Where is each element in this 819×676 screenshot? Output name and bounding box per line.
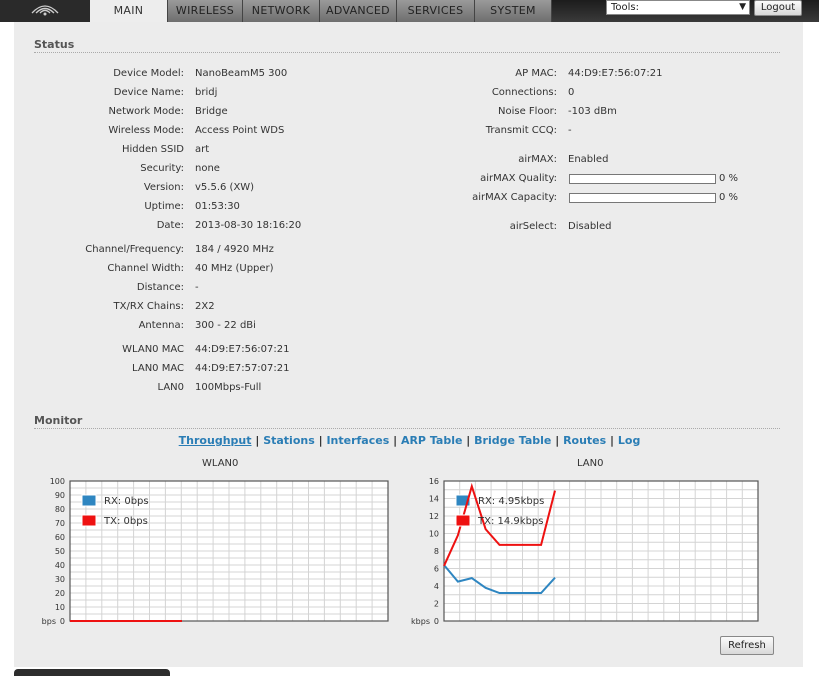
- tab-system[interactable]: SYSTEM: [475, 0, 552, 22]
- status-label: airMAX Capacity:: [472, 192, 557, 203]
- status-value: Bridge: [195, 106, 228, 117]
- status-value: bridj: [195, 87, 218, 98]
- status-value: 100Mbps-Full: [195, 382, 262, 393]
- status-label: Antenna:: [138, 320, 184, 331]
- monitor-link-stations[interactable]: Stations: [263, 434, 315, 447]
- status-label: Security:: [140, 163, 184, 174]
- status-divider: [34, 52, 780, 53]
- monitor-link-routes[interactable]: Routes: [563, 434, 606, 447]
- top-navigation-bar: MAIN WIRELESS NETWORK ADVANCED SERVICES SYSTE…: [0, 0, 819, 23]
- tab-main[interactable]: MAIN: [90, 0, 168, 23]
- progress-bar: [569, 193, 716, 203]
- ubiquiti-logo[interactable]: [0, 0, 91, 22]
- status-value: Enabled: [568, 154, 609, 165]
- status-label: Device Model:: [113, 68, 184, 79]
- tab-services[interactable]: SERVICES: [397, 0, 475, 22]
- status-value: 44:D9:E7:56:07:21: [195, 344, 290, 355]
- link-separator: |: [606, 434, 618, 447]
- tab-advanced[interactable]: ADVANCED: [320, 0, 397, 22]
- status-value: Access Point WDS: [195, 125, 285, 136]
- status-label: Uptime:: [144, 201, 184, 212]
- wlan0-chart-title: WLAN0: [202, 458, 239, 469]
- status-value: 01:53:30: [195, 201, 240, 212]
- status-value: 2013-08-30 18:16:20: [195, 220, 302, 231]
- tab-network[interactable]: NETWORK: [243, 0, 320, 22]
- status-label: LAN0: [157, 382, 184, 393]
- link-separator: |: [462, 434, 475, 447]
- status-value: 44:D9:E7:57:07:21: [195, 363, 290, 374]
- status-label: Channel Width:: [107, 263, 184, 274]
- status-value: -: [568, 125, 572, 136]
- refresh-button[interactable]: Refresh: [720, 636, 774, 655]
- link-separator: |: [314, 434, 327, 447]
- status-label: Version:: [143, 182, 184, 193]
- status-label: Wireless Mode:: [108, 125, 184, 136]
- monitor-title: Monitor: [34, 414, 83, 427]
- status-value: 44:D9:E7:56:07:21: [568, 68, 663, 79]
- status-label: Connections:: [491, 87, 557, 98]
- status-label: TX/RX Chains:: [113, 301, 184, 312]
- status-value: 0: [568, 87, 575, 98]
- status-label: Channel/Frequency:: [85, 244, 184, 255]
- status-value: Disabled: [568, 221, 612, 232]
- tools-dropdown-label: Tools:: [611, 2, 640, 13]
- status-value: NanoBeamM5 300: [195, 68, 288, 79]
- monitor-link-throughput[interactable]: Throughput: [179, 434, 252, 447]
- monitor-link-interfaces[interactable]: Interfaces: [326, 434, 389, 447]
- status-label: WLAN0 MAC: [122, 344, 184, 355]
- status-label: Distance:: [136, 282, 184, 293]
- link-separator: |: [251, 434, 264, 447]
- monitor-link-arp-table[interactable]: ARP Table: [401, 434, 463, 447]
- lan0-chart-title: LAN0: [577, 458, 604, 469]
- status-value: v5.5.6 (XW): [195, 182, 255, 193]
- status-label: LAN0 MAC: [132, 363, 184, 374]
- monitor-divider: [34, 428, 780, 429]
- status-value: 2X2: [195, 301, 215, 312]
- footer-logo: [14, 669, 170, 676]
- status-value: 0 %: [719, 192, 739, 203]
- status-label: Transmit CCQ:: [485, 125, 557, 136]
- chevron-down-icon: ▼: [739, 2, 746, 12]
- status-label: Date:: [156, 220, 184, 231]
- status-label: Network Mode:: [108, 106, 184, 117]
- status-label: airMAX:: [518, 154, 557, 165]
- status-value: 184 / 4920 MHz: [195, 244, 274, 255]
- status-value: 40 MHz (Upper): [195, 263, 274, 274]
- link-separator: |: [551, 434, 564, 447]
- status-label: airSelect:: [509, 221, 557, 232]
- tools-dropdown[interactable]: Tools: ▼: [606, 0, 750, 15]
- status-value: -103 dBm: [568, 106, 617, 117]
- status-value: art: [195, 144, 210, 155]
- monitor-links: Throughput | Stations | Interfaces | ARP…: [0, 434, 819, 447]
- status-label: Hidden SSID: [121, 144, 184, 155]
- progress-bar: [569, 174, 716, 184]
- status-label: Device Name:: [113, 87, 184, 98]
- status-value: 0 %: [719, 173, 739, 184]
- logout-button[interactable]: Logout: [754, 0, 802, 16]
- status-label: airMAX Quality:: [480, 173, 557, 184]
- status-label: Noise Floor:: [498, 106, 557, 117]
- status-value: -: [195, 282, 199, 293]
- status-title: Status: [34, 38, 75, 51]
- status-value: none: [195, 163, 220, 174]
- status-value: 300 - 22 dBi: [195, 320, 256, 331]
- monitor-link-bridge-table[interactable]: Bridge Table: [474, 434, 551, 447]
- tab-wireless[interactable]: WIRELESS: [168, 0, 243, 22]
- monitor-link-log[interactable]: Log: [618, 434, 640, 447]
- airos-logo-icon: [31, 5, 59, 16]
- link-separator: |: [389, 434, 401, 447]
- status-label: AP MAC:: [515, 68, 557, 79]
